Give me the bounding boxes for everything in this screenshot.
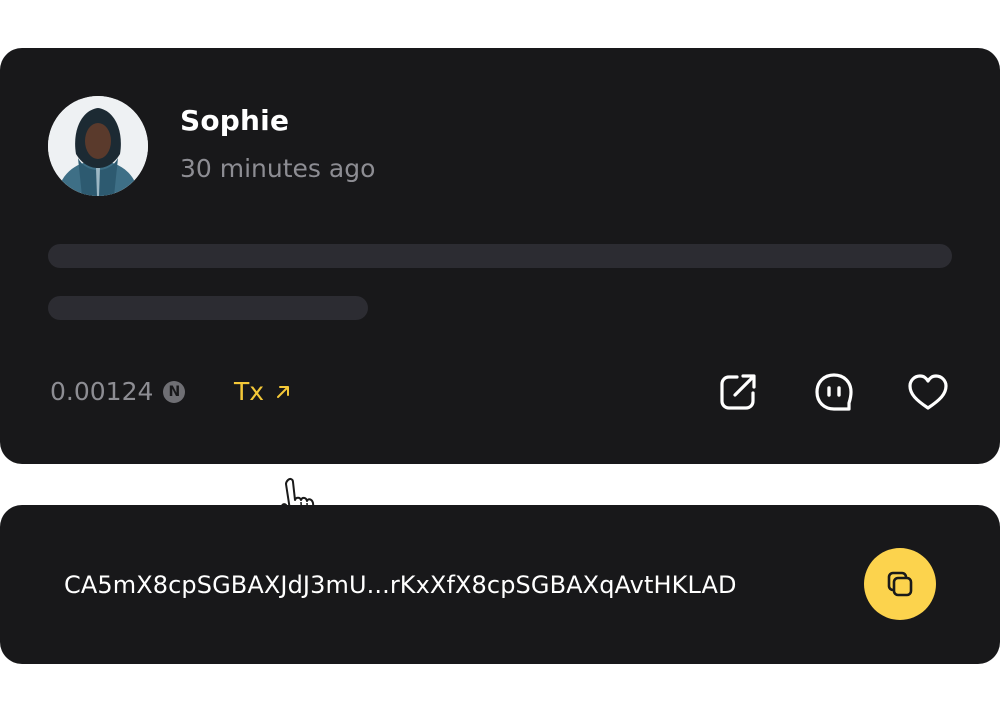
- copy-button[interactable]: [864, 548, 936, 620]
- arrow-up-right-icon: [277, 385, 290, 398]
- address-card: CA5mX8cpSGBAXJdJ3mU...rKxXfX8cpSGBAXqAvt…: [0, 505, 1000, 664]
- tip-amount: 0.00124 N: [50, 377, 186, 406]
- author-name[interactable]: Sophie: [180, 104, 289, 137]
- contract-address: CA5mX8cpSGBAXJdJ3mU...rKxXfX8cpSGBAXqAvt…: [64, 571, 737, 599]
- comment-button[interactable]: [812, 370, 856, 414]
- like-button[interactable]: [906, 370, 950, 414]
- heart-icon: [908, 374, 948, 410]
- token-icon: N: [163, 380, 186, 403]
- copy-icon: [887, 571, 913, 597]
- content-placeholder-line: [48, 296, 368, 320]
- avatar-photo: [48, 96, 148, 196]
- share-button[interactable]: [716, 370, 760, 414]
- share-icon: [720, 374, 756, 410]
- post-timestamp: 30 minutes ago: [180, 154, 376, 183]
- amount-value: 0.00124: [50, 377, 154, 406]
- tx-link[interactable]: Tx: [234, 377, 292, 406]
- avatar[interactable]: [48, 96, 148, 196]
- content-placeholder-line: [48, 244, 952, 268]
- post-card: Sophie 30 minutes ago 0.00124 N Tx: [0, 48, 1000, 529]
- comment-icon: [815, 373, 853, 411]
- tx-label: Tx: [234, 377, 265, 406]
